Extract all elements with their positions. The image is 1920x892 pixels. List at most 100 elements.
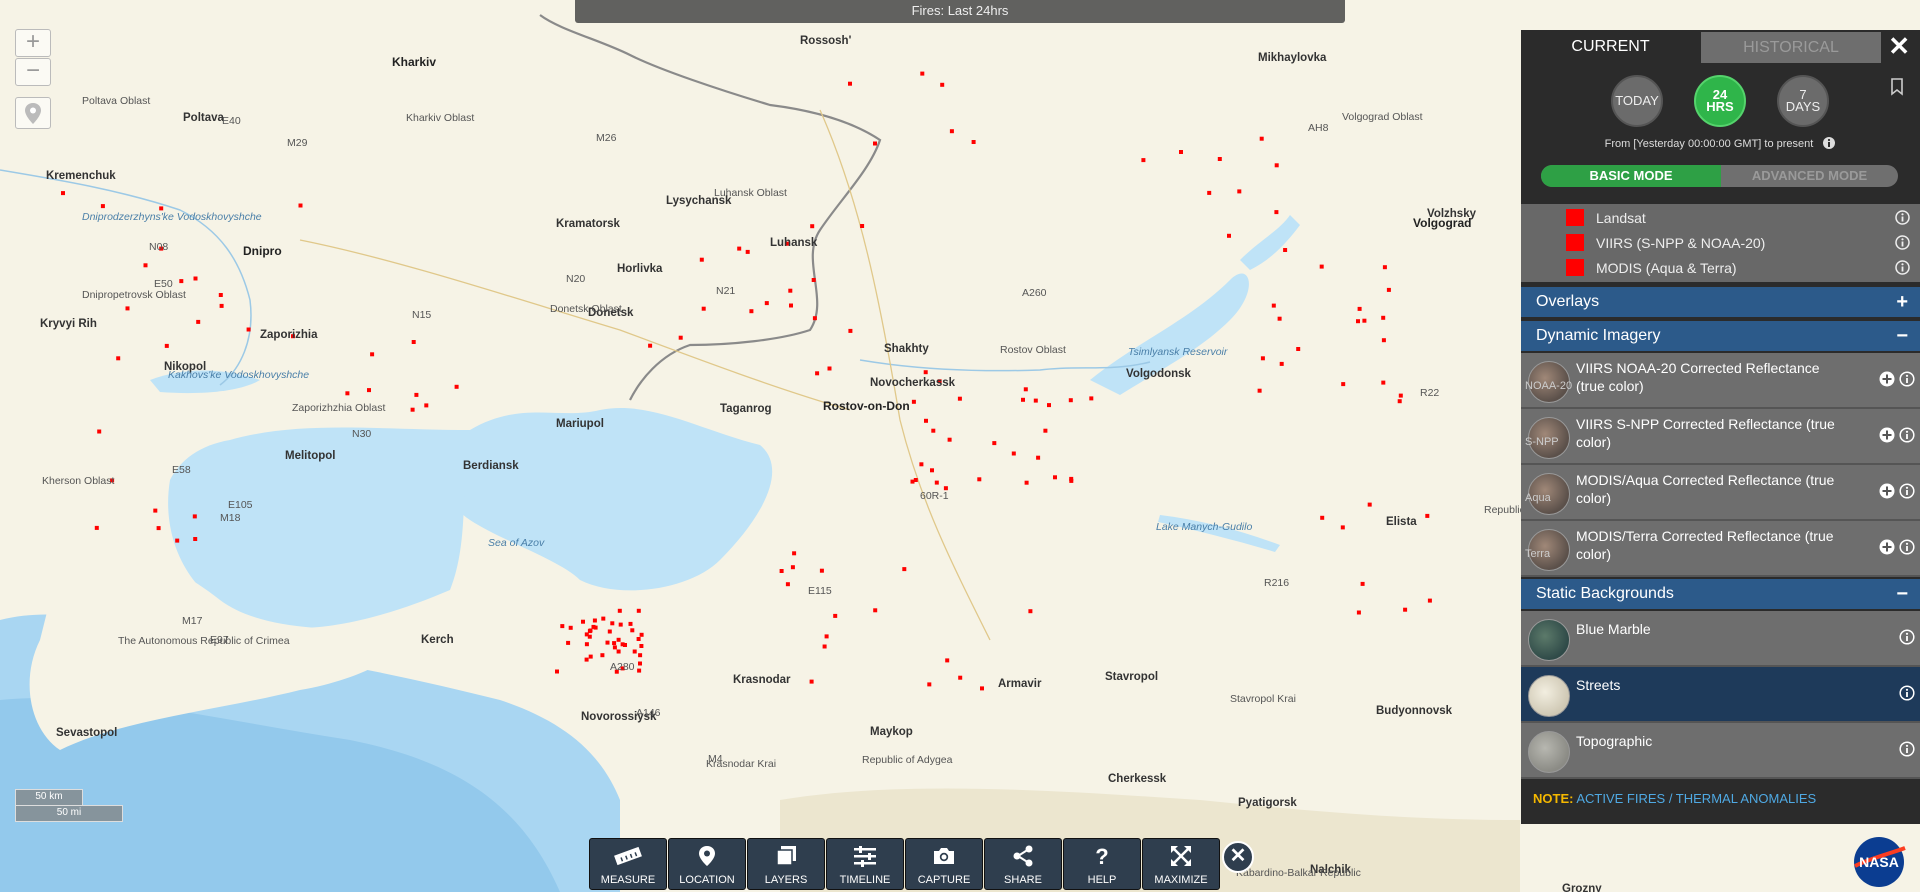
info-icon[interactable] xyxy=(1895,260,1910,275)
fire-point xyxy=(1068,398,1073,403)
sliders-icon xyxy=(854,846,876,867)
measure-button[interactable]: MEASURE xyxy=(589,838,667,890)
note-link[interactable]: ACTIVE FIRES / THERMAL ANOMALIES xyxy=(1576,791,1816,806)
fire-point xyxy=(607,629,612,634)
layer-name: Blue Marble xyxy=(1576,621,1651,637)
layer-name: MODIS/Aqua Corrected Reflectance (true c… xyxy=(1576,472,1835,506)
advanced-mode-button[interactable]: ADVANCED MODE xyxy=(1721,165,1898,187)
note: NOTE: ACTIVE FIRES / THERMAL ANOMALIES xyxy=(1533,791,1816,806)
layer-streets[interactable]: Streets xyxy=(1521,667,1920,723)
fire-point xyxy=(638,661,642,666)
tab-current[interactable]: CURRENT xyxy=(1521,30,1700,63)
add-layer-icon[interactable] xyxy=(1879,483,1895,499)
info-icon[interactable] xyxy=(1899,427,1915,443)
info-icon[interactable] xyxy=(1899,685,1915,701)
fire-layer-landsat[interactable]: Landsat xyxy=(1521,206,1920,230)
layer-thumb-tag: S-NPP xyxy=(1525,436,1559,448)
layer-blue-marble[interactable]: Blue Marble xyxy=(1521,611,1920,667)
location-button[interactable]: LOCATION xyxy=(668,838,746,890)
fire-point xyxy=(424,403,429,408)
close-sidebar-icon[interactable]: ✕ xyxy=(1888,31,1910,62)
info-icon[interactable] xyxy=(1895,210,1910,225)
label-kakhovka: Kakhovs'ke Vodoskhovyshche xyxy=(168,369,309,381)
capture-button[interactable]: CAPTURE xyxy=(905,838,983,890)
range-today-button[interactable]: TODAY xyxy=(1611,75,1663,127)
road-a146: A146 xyxy=(636,707,661,719)
fire-point xyxy=(1179,150,1183,154)
label-kherson-oblast: Kherson Oblast xyxy=(42,475,114,487)
range-7-unit: DAYS xyxy=(1785,99,1821,114)
range-24hrs-button[interactable]: 24 HRS xyxy=(1694,75,1746,127)
info-icon[interactable] xyxy=(1895,235,1910,250)
zoom-in-button[interactable]: + xyxy=(15,29,51,57)
add-layer-icon[interactable] xyxy=(1879,427,1895,443)
label-kharkiv: Kharkiv xyxy=(392,55,436,69)
fire-point xyxy=(913,478,918,482)
fire-point xyxy=(584,657,589,662)
maximize-button[interactable]: MAXIMIZE xyxy=(1142,838,1220,890)
info-icon[interactable] xyxy=(1822,136,1836,150)
fire-point xyxy=(1357,306,1362,311)
add-layer-icon[interactable] xyxy=(1879,371,1895,387)
expand-plus-icon[interactable]: + xyxy=(1896,287,1908,317)
dynamic-imagery-header[interactable]: Dynamic Imagery − xyxy=(1521,321,1920,351)
fire-point xyxy=(1341,382,1346,387)
road-n21: N21 xyxy=(716,285,735,297)
share-button[interactable]: SHARE xyxy=(984,838,1062,890)
layer-name: VIIRS NOAA-20 Corrected Reflectance (tru… xyxy=(1576,360,1820,394)
fire-point xyxy=(1381,315,1386,320)
close-toolbar-icon[interactable]: ✕ xyxy=(1222,841,1254,873)
basic-mode-button[interactable]: BASIC MODE xyxy=(1541,165,1721,187)
layer-topographic[interactable]: Topographic xyxy=(1521,723,1920,779)
fire-point xyxy=(977,477,982,482)
fire-point xyxy=(992,441,997,446)
layer-viirs-noaa20[interactable]: NOAA-20 VIIRS NOAA-20 Corrected Reflecta… xyxy=(1521,353,1920,409)
locate-button[interactable] xyxy=(15,97,51,129)
layer-modis-terra[interactable]: Terra MODIS/Terra Corrected Reflectance … xyxy=(1521,521,1920,577)
static-backgrounds-header[interactable]: Static Backgrounds − xyxy=(1521,579,1920,609)
camera-icon xyxy=(934,848,954,864)
fire-point xyxy=(810,224,815,229)
fire-point xyxy=(1141,158,1146,163)
label-donetsk-oblast: Donetsk Oblast xyxy=(550,303,622,315)
layer-viirs-snpp[interactable]: S-NPP VIIRS S-NPP Corrected Reflectance … xyxy=(1521,409,1920,465)
collapse-minus-icon[interactable]: − xyxy=(1896,579,1908,609)
fire-point xyxy=(1403,607,1408,612)
layer-modis-aqua[interactable]: Aqua MODIS/Aqua Corrected Reflectance (t… xyxy=(1521,465,1920,521)
fire-point xyxy=(592,618,597,623)
fire-point xyxy=(947,437,952,442)
info-icon[interactable] xyxy=(1899,371,1915,387)
info-icon[interactable] xyxy=(1899,741,1915,757)
capture-label: CAPTURE xyxy=(917,874,971,886)
layer-name: Streets xyxy=(1576,677,1621,693)
fire-point xyxy=(1043,428,1048,433)
range-7days-button[interactable]: 7 DAYS xyxy=(1777,75,1829,127)
fire-point xyxy=(873,141,877,146)
road-m17: M17 xyxy=(182,615,203,627)
fire-layer-viirs[interactable]: VIIRS (S-NPP & NOAA-20) xyxy=(1521,231,1920,255)
fire-point xyxy=(219,303,224,308)
info-icon[interactable] xyxy=(1899,483,1915,499)
tab-historical[interactable]: HISTORICAL xyxy=(1701,32,1881,63)
overlays-header[interactable]: Overlays + xyxy=(1521,287,1920,317)
bookmark-icon[interactable] xyxy=(1890,78,1904,96)
range-24-unit: HRS xyxy=(1706,99,1734,114)
collapse-minus-icon[interactable]: − xyxy=(1896,321,1908,351)
layers-button[interactable]: LAYERS xyxy=(747,838,825,890)
fire-layer-modis[interactable]: MODIS (Aqua & Terra) xyxy=(1521,256,1920,280)
svg-text:NASA: NASA xyxy=(1859,854,1899,870)
add-layer-icon[interactable] xyxy=(1879,539,1895,555)
help-button[interactable]: ? HELP xyxy=(1063,838,1141,890)
fire-point xyxy=(945,658,950,663)
info-icon[interactable] xyxy=(1899,539,1915,555)
info-icon[interactable] xyxy=(1899,629,1915,645)
label-cherkessk: Cherkessk xyxy=(1108,773,1167,785)
road-n30: N30 xyxy=(352,428,371,440)
fire-point xyxy=(848,328,853,333)
fire-point xyxy=(924,418,928,423)
zoom-out-button[interactable]: − xyxy=(15,58,51,86)
label-horlivka: Horlivka xyxy=(617,263,663,275)
fire-point xyxy=(957,396,962,401)
timeline-button[interactable]: TIMELINE xyxy=(826,838,904,890)
label-armavir: Armavir xyxy=(998,678,1042,690)
